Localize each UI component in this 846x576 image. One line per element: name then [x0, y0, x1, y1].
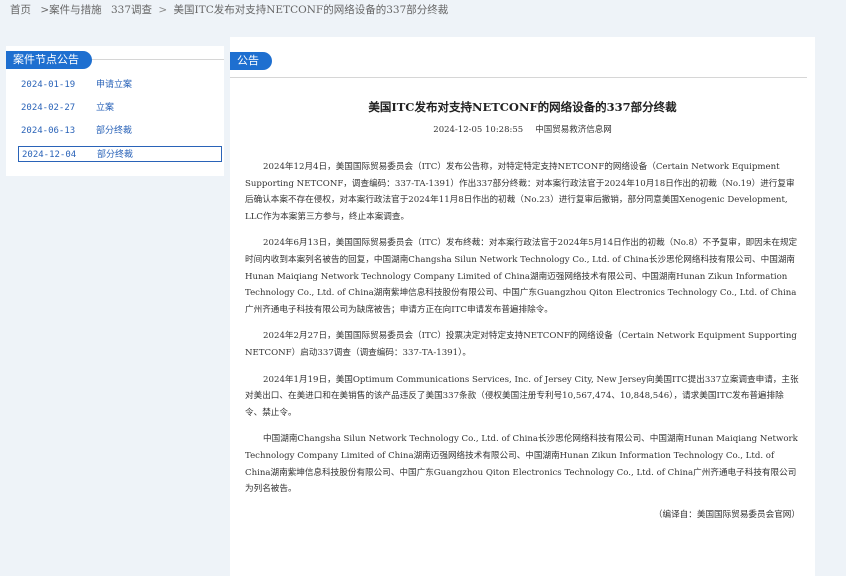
node-item-selected[interactable]: 2024-12-04 部分终裁 [18, 146, 222, 162]
article-source-note: （编译自：美国国际贸易委员会官网） [653, 509, 800, 520]
breadcrumb-separator: > [158, 4, 168, 16]
breadcrumb-home[interactable]: 首页 [10, 4, 31, 16]
breadcrumb: 首页 >案件与措施 337调查 > 美国ITC发布对支持NETCONF的网络设备… [10, 2, 448, 18]
article-datetime: 2024-12-05 10:28:55 [433, 125, 524, 135]
article-paragraph: 2024年6月13日，美国国际贸易委员会（ITC）发布终裁：对本案行政法官于20… [245, 238, 798, 315]
node-label: 申请立案 [96, 80, 133, 90]
article-body: 2024年12月4日，美国国际贸易委员会（ITC）发布公告称，对特定特定支持NE… [245, 159, 800, 533]
node-date: 2024-02-27 [21, 103, 76, 113]
node-label: 立案 [96, 103, 115, 113]
breadcrumb-section[interactable]: 337调查 [111, 4, 152, 16]
node-date: 2024-12-04 [22, 150, 77, 160]
case-nodes-panel: 案件节点公告 2024-01-19 申请立案 2024-02-27 立案 2024-… [6, 46, 224, 176]
announcement-panel: 公告 美国ITC发布对支持NETCONF的网络设备的337部分终裁 2024-1… [230, 37, 815, 576]
panel-divider [230, 77, 807, 78]
case-nodes-heading: 案件节点公告 [6, 51, 92, 69]
node-date: 2024-06-13 [21, 126, 76, 136]
node-item[interactable]: 2024-02-27 立案 [18, 100, 222, 116]
case-nodes-list: 2024-01-19 申请立案 2024-02-27 立案 2024-06-13 部分… [18, 77, 222, 169]
node-item[interactable]: 2024-01-19 申请立案 [18, 77, 222, 93]
article-paragraph: 中国湖南Changsha Silun Network Technology Co… [245, 434, 798, 495]
breadcrumb-current: 美国ITC发布对支持NETCONF的网络设备的337部分终裁 [173, 4, 449, 16]
breadcrumb-cases[interactable]: >案件与措施 [40, 4, 101, 16]
node-label: 部分终裁 [97, 150, 134, 160]
article-paragraph: 2024年12月4日，美国国际贸易委员会（ITC）发布公告称，对特定特定支持NE… [245, 162, 795, 222]
node-label: 部分终裁 [96, 126, 133, 136]
article-paragraph: 2024年2月27日，美国国际贸易委员会（ITC）投票决定对特定支持NETCON… [245, 331, 797, 358]
article-paragraph: 2024年1月19日，美国Optimum Communications Serv… [245, 374, 799, 418]
article-source: 中国贸易救济信息网 [535, 125, 612, 135]
article-title: 美国ITC发布对支持NETCONF的网络设备的337部分终裁 [368, 100, 677, 114]
announcement-heading: 公告 [230, 52, 272, 70]
node-item[interactable]: 2024-06-13 部分终裁 [18, 123, 222, 139]
article-meta: 2024-12-05 10:28:55 中国贸易救济信息网 [230, 123, 815, 135]
node-date: 2024-01-19 [21, 80, 76, 90]
